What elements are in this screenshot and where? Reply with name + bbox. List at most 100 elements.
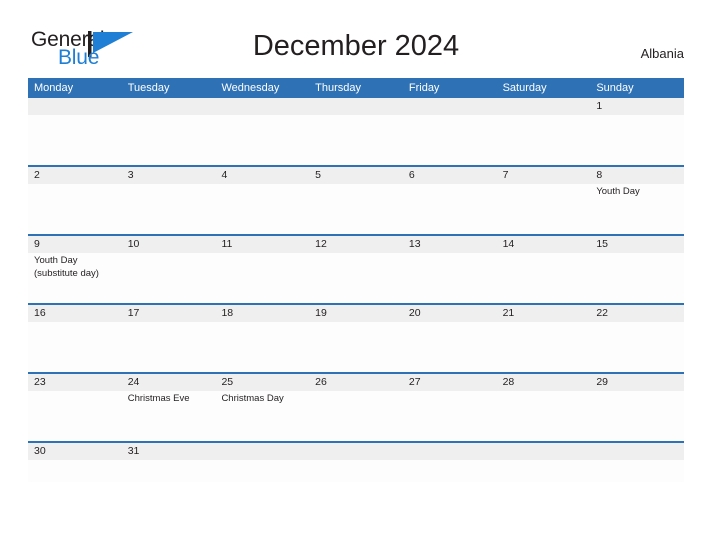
day-cell-14[interactable]: [497, 253, 591, 303]
day-cell-13[interactable]: [403, 253, 497, 303]
calendar-week-row: 2 3 4 5 6 7 8 Youth Day: [28, 165, 684, 234]
weekday-header-tuesday: Tuesday: [127, 82, 170, 94]
day-number-7[interactable]: 7: [497, 167, 591, 184]
day-cell-26[interactable]: [309, 391, 403, 441]
calendar-week-row: 16 17 18 19 20 21 22: [28, 303, 684, 372]
day-number-band: 1: [28, 98, 684, 115]
calendar-week-row: 23 24 25 26 27 28 29 Christmas Eve Christmas Day: [28, 372, 684, 441]
day-number-22[interactable]: 22: [590, 305, 684, 322]
day-number-23[interactable]: 23: [28, 374, 122, 391]
day-number-5[interactable]: 5: [309, 167, 403, 184]
day-cell-11[interactable]: [215, 253, 309, 303]
day-cell-empty: [28, 115, 122, 165]
day-cell-20[interactable]: [403, 322, 497, 372]
holiday-label: Christmas Eve: [127, 393, 190, 404]
day-cell-31[interactable]: [122, 460, 216, 482]
day-cell-12[interactable]: [309, 253, 403, 303]
day-number-19[interactable]: 19: [309, 305, 403, 322]
page-title: December 2024: [252, 30, 460, 62]
day-cell-16[interactable]: [28, 322, 122, 372]
day-number-15[interactable]: 15: [590, 236, 684, 253]
calendar-weeks: 1 2 3 4 5 6 7 8 Youth Day 9 10 11 12 13 14 15 Youth Day …: [28, 98, 684, 482]
day-number-17[interactable]: 17: [122, 305, 216, 322]
day-cell-21[interactable]: [497, 322, 591, 372]
day-cell-8[interactable]: Youth Day: [590, 184, 684, 234]
day-cell-22[interactable]: [590, 322, 684, 372]
day-cell-2[interactable]: [28, 184, 122, 234]
holiday-label: Youth Day: [596, 186, 640, 197]
day-number-4[interactable]: 4: [215, 167, 309, 184]
day-cell-24[interactable]: Christmas Eve: [122, 391, 216, 441]
day-cell-15[interactable]: [590, 253, 684, 303]
day-number-3[interactable]: 3: [122, 167, 216, 184]
day-cell-7[interactable]: [497, 184, 591, 234]
day-cell-9[interactable]: Youth Day (substitute day): [28, 253, 122, 303]
day-number-30[interactable]: 30: [28, 443, 122, 460]
day-number-band: 9 10 11 12 13 14 15: [28, 236, 684, 253]
day-cell-29[interactable]: [590, 391, 684, 441]
day-number-1[interactable]: 1: [590, 98, 684, 115]
day-cell-23[interactable]: [28, 391, 122, 441]
weekday-header-wednesday: Wednesday: [221, 82, 280, 94]
region-label: Albania: [640, 46, 684, 61]
page-header: General Blue December 2024 Albania: [0, 0, 712, 78]
day-number-empty: [215, 98, 309, 115]
day-cell-empty: [122, 115, 216, 165]
day-number-24[interactable]: 24: [122, 374, 216, 391]
day-number-14[interactable]: 14: [497, 236, 591, 253]
day-number-empty: [497, 98, 591, 115]
day-number-empty: [403, 98, 497, 115]
day-number-25[interactable]: 25: [215, 374, 309, 391]
day-cell-28[interactable]: [497, 391, 591, 441]
day-number-9[interactable]: 9: [28, 236, 122, 253]
day-number-13[interactable]: 13: [403, 236, 497, 253]
day-cell-18[interactable]: [215, 322, 309, 372]
day-cell-19[interactable]: [309, 322, 403, 372]
day-number-10[interactable]: 10: [122, 236, 216, 253]
weekday-header-saturday: Saturday: [502, 82, 547, 94]
day-number-empty: [122, 98, 216, 115]
day-number-empty: [28, 98, 122, 115]
day-cell-empty: [403, 115, 497, 165]
day-event-band: Christmas Eve Christmas Day: [28, 391, 684, 441]
day-number-28[interactable]: 28: [497, 374, 591, 391]
day-cell-6[interactable]: [403, 184, 497, 234]
day-number-26[interactable]: 26: [309, 374, 403, 391]
day-number-empty: [403, 443, 497, 460]
day-cell-empty: [497, 460, 591, 482]
weekday-header-friday: Friday: [408, 82, 440, 94]
day-number-29[interactable]: 29: [590, 374, 684, 391]
day-cell-30[interactable]: [28, 460, 122, 482]
calendar-week-row: 9 10 11 12 13 14 15 Youth Day (substitute day): [28, 234, 684, 303]
day-number-11[interactable]: 11: [215, 236, 309, 253]
day-cell-4[interactable]: [215, 184, 309, 234]
day-cell-empty: [497, 115, 591, 165]
calendar-page: General Blue December 2024 Albania Monda…: [0, 0, 712, 550]
day-number-27[interactable]: 27: [403, 374, 497, 391]
day-number-8[interactable]: 8: [590, 167, 684, 184]
day-event-band: [28, 460, 684, 482]
day-event-band: Youth Day (substitute day): [28, 253, 684, 303]
day-cell-27[interactable]: [403, 391, 497, 441]
day-number-band: 23 24 25 26 27 28 29: [28, 374, 684, 391]
day-cell-empty: [215, 115, 309, 165]
day-number-16[interactable]: 16: [28, 305, 122, 322]
day-cell-25[interactable]: Christmas Day: [215, 391, 309, 441]
day-number-empty: [309, 443, 403, 460]
holiday-label: Youth Day (substitute day): [34, 255, 99, 279]
day-cell-5[interactable]: [309, 184, 403, 234]
day-cell-1[interactable]: [590, 115, 684, 165]
calendar-week-row: 1: [28, 98, 684, 165]
day-number-18[interactable]: 18: [215, 305, 309, 322]
day-number-2[interactable]: 2: [28, 167, 122, 184]
day-number-12[interactable]: 12: [309, 236, 403, 253]
day-number-21[interactable]: 21: [497, 305, 591, 322]
day-cell-empty: [590, 460, 684, 482]
day-number-31[interactable]: 31: [122, 443, 216, 460]
day-number-20[interactable]: 20: [403, 305, 497, 322]
day-cell-3[interactable]: [122, 184, 216, 234]
day-cell-17[interactable]: [122, 322, 216, 372]
day-number-band: 2345678: [28, 167, 684, 184]
day-cell-10[interactable]: [122, 253, 216, 303]
day-number-6[interactable]: 6: [403, 167, 497, 184]
